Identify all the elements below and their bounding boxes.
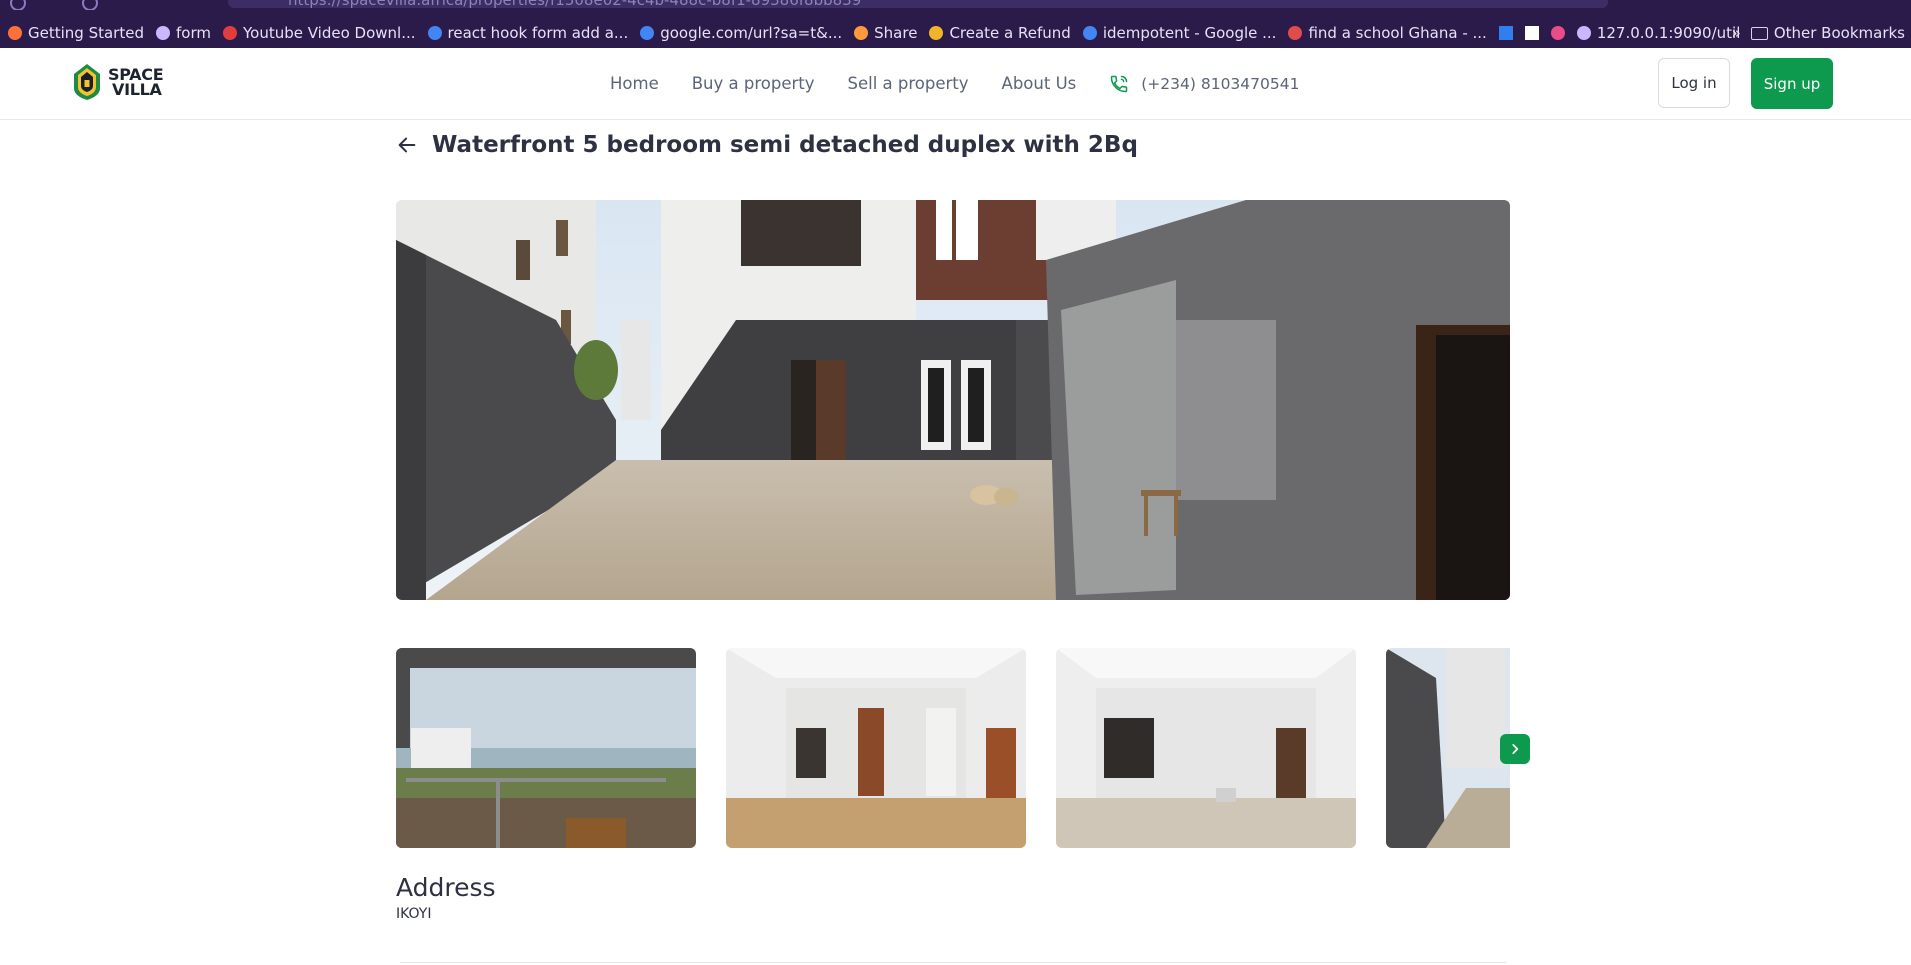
bookmark-label: Getting Started xyxy=(28,24,144,42)
url-text[interactable]: https://spacevilla.africa/properties/f15… xyxy=(288,0,861,9)
section-divider xyxy=(400,962,1506,963)
bookmark-item[interactable]: Create a Refund xyxy=(929,24,1071,42)
logo-text: SPACE VILLA xyxy=(108,65,164,99)
spacevilla-logo-icon xyxy=(74,64,100,100)
bookmark-item[interactable]: Getting Started xyxy=(8,24,144,42)
nav-buy-property[interactable]: Buy a property xyxy=(692,74,815,93)
bookmark-label: idempotent - Google ... xyxy=(1102,24,1277,42)
white-square-icon xyxy=(1524,26,1539,40)
y-icon xyxy=(1288,26,1303,40)
bookmark-item[interactable] xyxy=(1498,26,1513,40)
waterfront-view-image xyxy=(396,648,696,848)
thumbnail-living-room[interactable] xyxy=(1056,648,1356,848)
thumbnail-carousel xyxy=(396,648,1510,848)
living-room-image xyxy=(1056,648,1356,848)
bookmark-item[interactable] xyxy=(1550,26,1565,40)
main-property-image[interactable] xyxy=(396,200,1510,600)
bookmark-item[interactable]: Youtube Video Downl... xyxy=(222,24,416,42)
other-bookmarks[interactable]: Other Bookmarks xyxy=(1750,24,1905,42)
signup-button[interactable]: Sign up xyxy=(1751,58,1833,109)
bookmark-item[interactable]: 127.0.0.1:9090/util xyxy=(1576,24,1741,42)
side-alley-image xyxy=(1386,648,1510,848)
chevron-right-icon xyxy=(1512,744,1519,754)
bookmark-label: find a school Ghana - ... xyxy=(1308,24,1487,42)
phone-contact[interactable]: (+234) 8103470541 xyxy=(1109,74,1299,94)
bookmark-item[interactable]: find a school Ghana - ... xyxy=(1288,24,1487,42)
globe-icon xyxy=(155,26,170,40)
phone-icon xyxy=(1110,75,1128,92)
site-header: SPACE VILLA Home Buy a property Sell a p… xyxy=(0,48,1911,120)
google-icon xyxy=(427,26,442,40)
main-nav: Home Buy a property Sell a property Abou… xyxy=(610,48,1299,119)
bookmark-item[interactable] xyxy=(1524,26,1539,40)
thumbnail-waterfront[interactable] xyxy=(396,648,696,848)
share-icon xyxy=(854,26,869,40)
globe-icon xyxy=(1576,26,1591,40)
carousel-next-button[interactable] xyxy=(1500,734,1530,764)
address-heading: Address xyxy=(396,873,496,902)
other-bookmarks-label: Other Bookmarks xyxy=(1773,24,1905,42)
phone-number: (+234) 8103470541 xyxy=(1141,74,1300,93)
bookmark-label: Create a Refund xyxy=(949,24,1071,42)
bookmark-item[interactable]: form xyxy=(155,24,211,42)
reload-icon[interactable] xyxy=(82,0,98,10)
google-icon xyxy=(1082,26,1097,40)
bookmark-label: react hook form add a... xyxy=(447,24,629,42)
browser-chrome: https://spacevilla.africa/properties/f15… xyxy=(0,0,1911,48)
property-exterior-image xyxy=(396,200,1510,600)
firefox-icon xyxy=(8,26,22,40)
bookmark-item[interactable]: react hook form add a... xyxy=(427,24,629,42)
login-button[interactable]: Log in xyxy=(1658,58,1730,108)
bookmark-label: form xyxy=(175,24,211,42)
circle-icon xyxy=(222,26,237,40)
dribbble-icon xyxy=(1550,26,1565,40)
address-value: IKOYI xyxy=(396,906,432,922)
google-icon xyxy=(640,26,655,40)
refund-icon xyxy=(929,26,944,40)
nav-home[interactable]: Home xyxy=(610,74,659,93)
bookmarks-right: » Other Bookmarks xyxy=(1732,20,1905,46)
folder-icon xyxy=(1750,26,1768,40)
thumbnail-side-alley[interactable] xyxy=(1386,648,1510,848)
bookmark-label: Youtube Video Downl... xyxy=(242,24,416,42)
title-row: Waterfront 5 bedroom semi detached duple… xyxy=(396,132,1138,158)
bookmark-label: Share xyxy=(874,24,918,42)
thumbnail-bedroom[interactable] xyxy=(726,648,1026,848)
nav-about-us[interactable]: About Us xyxy=(1002,74,1077,93)
blue-app-icon xyxy=(1498,26,1513,40)
bookmark-item[interactable]: idempotent - Google ... xyxy=(1082,24,1277,42)
bookmark-label: 127.0.0.1:9090/util xyxy=(1596,24,1741,42)
back-arrow-icon[interactable] xyxy=(396,134,418,156)
address-bar-strip: https://spacevilla.africa/properties/f15… xyxy=(0,0,1911,10)
bookmark-item[interactable]: google.com/url?sa=t&... xyxy=(640,24,842,42)
bookmark-item[interactable]: Share xyxy=(854,24,917,42)
nav-sell-property[interactable]: Sell a property xyxy=(848,74,969,93)
page-title: Waterfront 5 bedroom semi detached duple… xyxy=(432,132,1138,158)
back-arrow-icon[interactable] xyxy=(10,0,26,10)
bedroom-interior-image xyxy=(726,648,1026,848)
logo[interactable]: SPACE VILLA xyxy=(72,62,164,102)
bookmark-label: google.com/url?sa=t&... xyxy=(660,24,843,42)
bookmarks-overflow-icon[interactable]: » xyxy=(1732,24,1741,42)
bookmarks-bar: Getting Started form Youtube Video Downl..… xyxy=(0,20,1911,46)
